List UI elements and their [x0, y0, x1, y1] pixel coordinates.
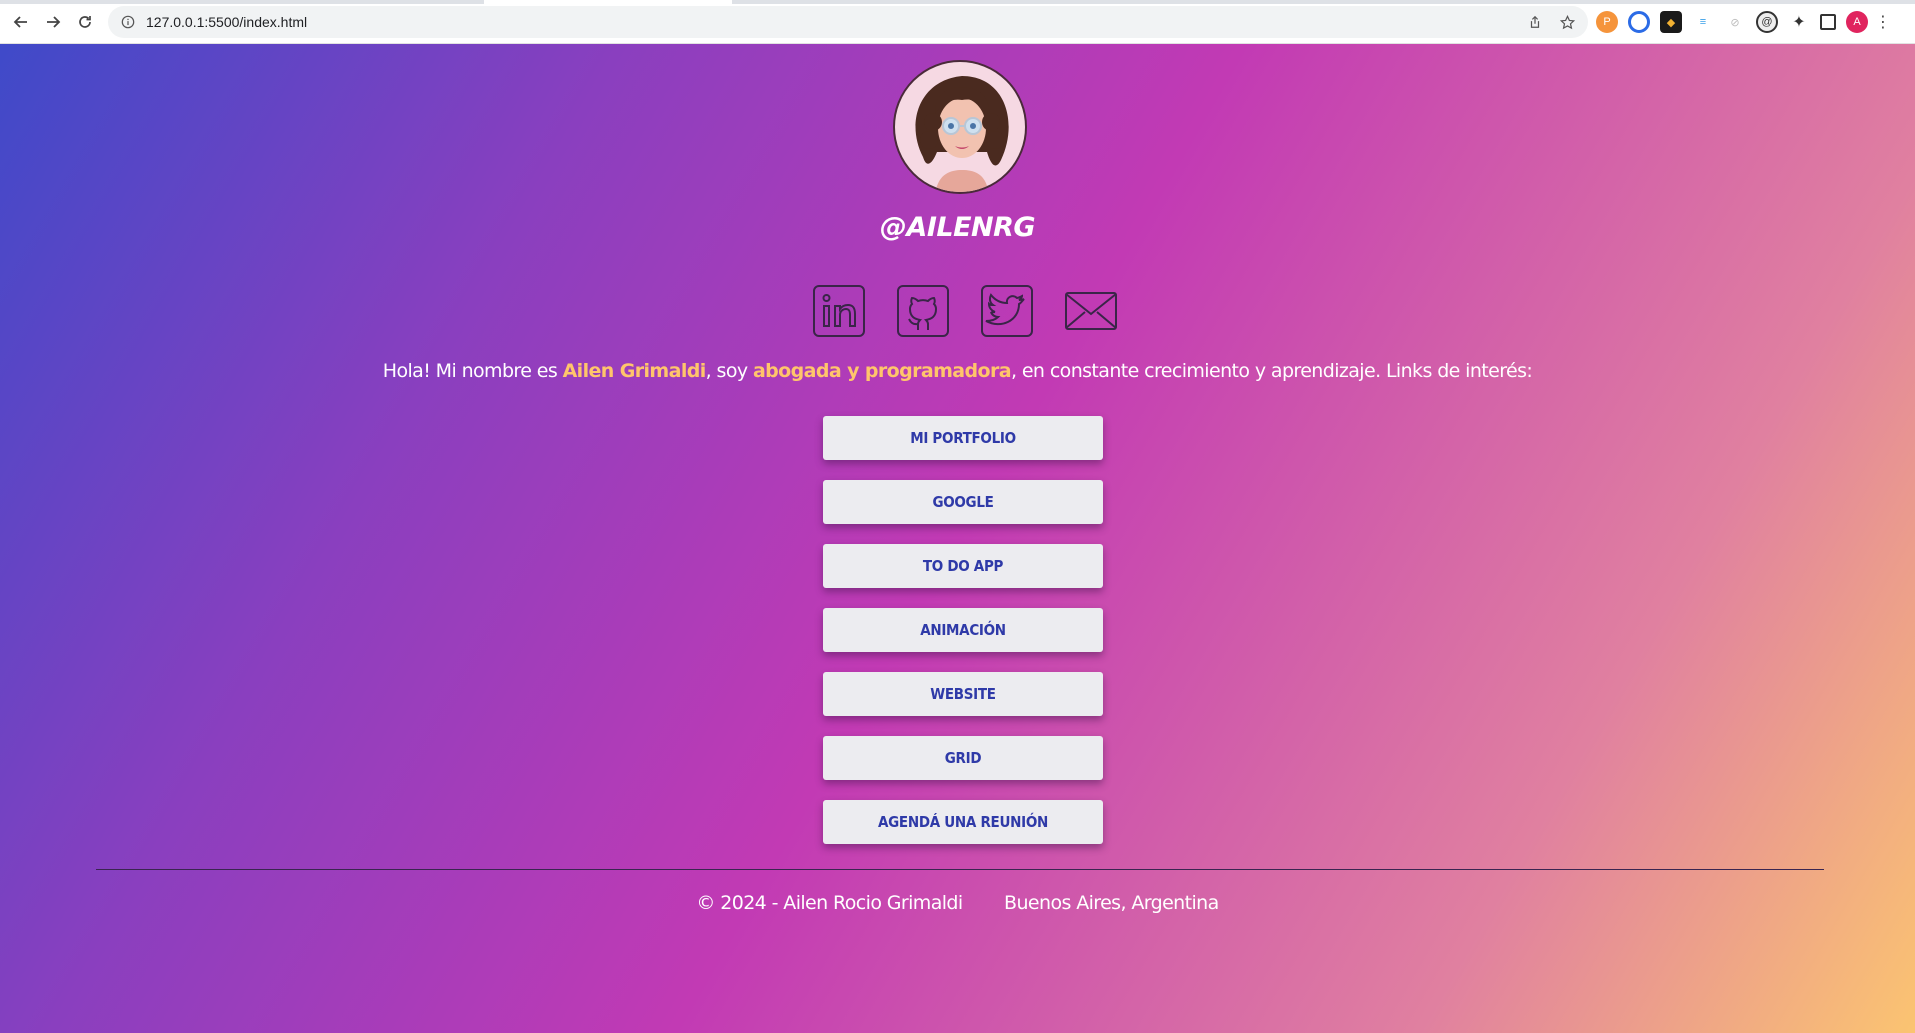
links-list: MI PORTFOLIO GOOGLE TO DO APP ANIMACIÓN …: [823, 416, 1103, 864]
intro-text-part1: Hola! Mi nombre es: [382, 360, 563, 382]
linkedin-link[interactable]: [812, 284, 866, 338]
link-animacion-button[interactable]: ANIMACIÓN: [823, 608, 1103, 652]
link-portfolio-button[interactable]: MI PORTFOLIO: [823, 416, 1103, 460]
browser-toolbar: 127.0.0.1:5500/index.html P ◆ ≡ ⊘ @ ✦ A …: [0, 0, 1915, 44]
menu-kebab-icon[interactable]: ⋮: [1875, 11, 1891, 33]
side-panel-icon[interactable]: [1820, 14, 1836, 30]
extension-at-icon[interactable]: @: [1756, 11, 1778, 33]
intro-text-part3: , en constante crecimiento y aprendizaje…: [1010, 360, 1533, 382]
extension-lines-icon[interactable]: ≡: [1692, 11, 1714, 33]
envelope-icon: [1065, 292, 1117, 330]
tab-strip: [0, 0, 1915, 4]
footer: © 2024 - Ailen Rocio Grimaldi Buenos Air…: [0, 892, 1915, 914]
footer-copyright: © 2024 - Ailen Rocio Grimaldi: [696, 892, 963, 914]
reload-button[interactable]: [74, 11, 96, 33]
intro-role-highlight: abogada y programadora: [752, 360, 1012, 382]
page-background: @AILENRG Hola! Mi nombre es Ailen Grimal…: [0, 44, 1915, 1033]
github-link[interactable]: [896, 284, 950, 338]
twitter-icon: [981, 285, 1033, 337]
address-bar[interactable]: 127.0.0.1:5500/index.html: [108, 6, 1588, 38]
linkedin-icon: [813, 285, 865, 337]
link-todo-app-button[interactable]: TO DO APP: [823, 544, 1103, 588]
extension-compass-icon[interactable]: ⊘: [1724, 11, 1746, 33]
email-link[interactable]: [1064, 284, 1118, 338]
back-arrow-icon: [13, 16, 27, 28]
share-icon[interactable]: [1526, 13, 1544, 31]
back-button[interactable]: [10, 11, 32, 33]
extension-box-icon[interactable]: ◆: [1660, 11, 1682, 33]
avatar: [893, 60, 1027, 194]
social-links: [812, 284, 1118, 338]
url-text: 127.0.0.1:5500/index.html: [146, 14, 308, 30]
link-website-button[interactable]: WEBSITE: [823, 672, 1103, 716]
twitter-link[interactable]: [980, 284, 1034, 338]
info-icon[interactable]: [120, 14, 136, 30]
forward-button[interactable]: [42, 11, 64, 33]
reload-icon: [79, 16, 91, 28]
bookmark-star-icon[interactable]: [1558, 13, 1576, 31]
footer-divider: [96, 869, 1824, 870]
forward-arrow-icon: [47, 16, 61, 28]
extensions-puzzle-icon[interactable]: ✦: [1788, 11, 1810, 33]
link-google-button[interactable]: GOOGLE: [823, 480, 1103, 524]
profile-handle: @AILENRG: [879, 212, 1036, 243]
link-grid-button[interactable]: GRID: [823, 736, 1103, 780]
intro-name-highlight: Ailen Grimaldi: [562, 360, 707, 382]
link-schedule-meeting-button[interactable]: AGENDÁ UNA REUNIÓN: [823, 800, 1103, 844]
extension-blue-circle-icon[interactable]: [1628, 11, 1650, 33]
footer-location: Buenos Aires, Argentina: [1004, 892, 1219, 914]
github-icon: [897, 285, 949, 337]
extension-orange-icon[interactable]: P: [1596, 11, 1618, 33]
intro-text-part2: , soy: [705, 360, 753, 382]
intro-text: Hola! Mi nombre es Ailen Grimaldi, soy a…: [0, 360, 1915, 382]
profile-avatar[interactable]: A: [1846, 11, 1868, 33]
